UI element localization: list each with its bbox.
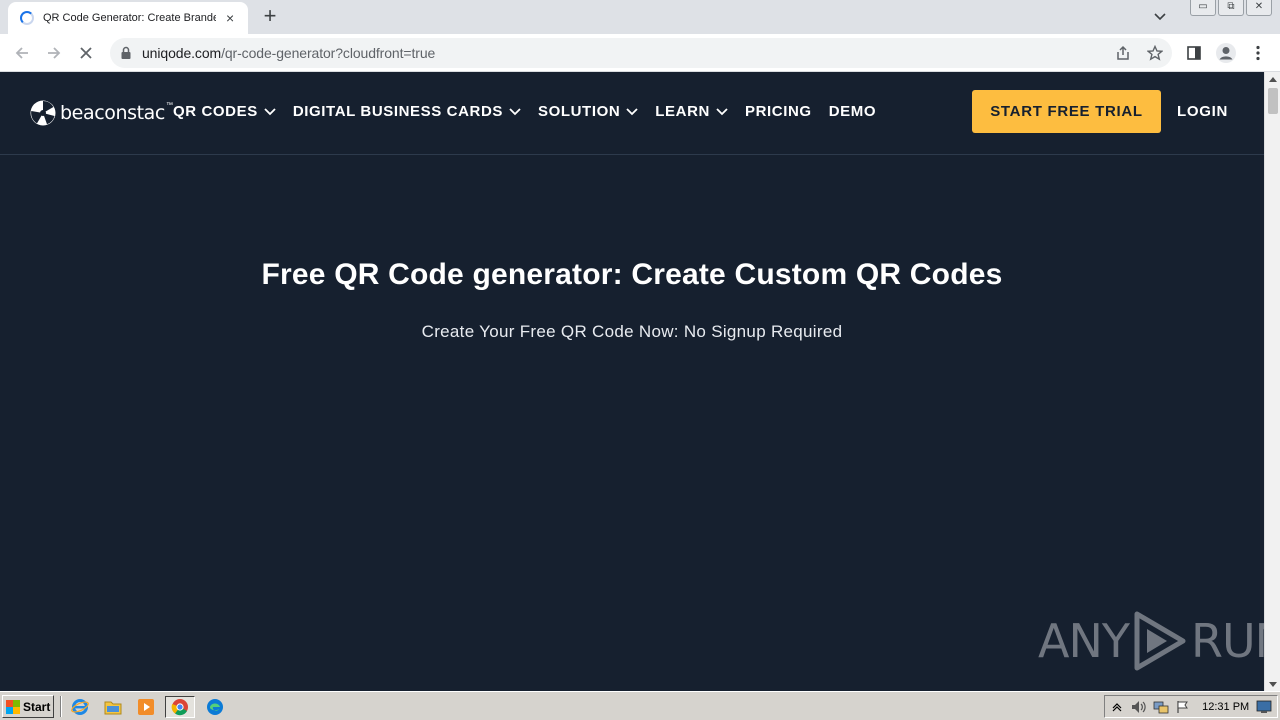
forward-button[interactable] (42, 41, 66, 65)
tab-close-button[interactable]: × (222, 10, 238, 26)
play-icon (1134, 611, 1186, 671)
chevron-down-icon (716, 107, 728, 116)
browser-menu-button[interactable] (1246, 41, 1270, 65)
nav-item-solution[interactable]: SOLUTION (538, 103, 638, 120)
logo-text: beaconstac (60, 102, 165, 124)
nav-item-label: LEARN (655, 103, 710, 120)
windows-taskbar: Start 12:31 PM (0, 691, 1280, 720)
new-tab-button[interactable]: + (258, 5, 282, 29)
chevron-down-icon (1154, 13, 1166, 21)
minimize-button[interactable]: ▭ (1190, 0, 1216, 16)
share-icon[interactable] (1114, 43, 1132, 63)
hero-subtitle: Create Your Free QR Code Now: No Signup … (421, 322, 843, 341)
avatar-icon (1216, 43, 1236, 63)
star-icon[interactable] (1146, 43, 1164, 63)
chevron-down-icon (626, 107, 638, 116)
flag-icon[interactable] (1174, 699, 1191, 715)
nav-item-qr-codes[interactable]: QR CODES (173, 103, 276, 120)
nav-item-label: QR CODES (173, 103, 258, 120)
chrome-icon[interactable] (165, 696, 195, 718)
system-tray: 12:31 PM (1104, 695, 1278, 718)
start-free-trial-button[interactable]: START FREE TRIAL (972, 90, 1161, 133)
beaconstac-logo-icon (30, 100, 56, 126)
loading-spinner-icon (20, 11, 34, 25)
scroll-up-button[interactable] (1265, 72, 1280, 86)
lock-icon (121, 46, 131, 59)
browser-tab-strip: QR Code Generator: Create Branded × + ▭ … (0, 0, 1280, 34)
watermark-text-left: ANY (1038, 614, 1130, 668)
side-panel-button[interactable] (1182, 41, 1206, 65)
url-path: /qr-code-generator?cloudfront=true (221, 45, 436, 61)
window-controls: ▭ ⧉ ✕ (1190, 0, 1272, 18)
nav-item-label: DEMO (828, 103, 877, 120)
address-bar-actions (1114, 43, 1164, 63)
watermark-text-right: RUN (1190, 614, 1264, 668)
triangle-up-icon (1269, 76, 1277, 82)
site-header: beaconstac ™ QR CODES DIGITAL BUSINESS C… (0, 72, 1264, 155)
login-link[interactable]: LOGIN (1177, 103, 1228, 120)
nav-item-digital-business-cards[interactable]: DIGITAL BUSINESS CARDS (293, 103, 521, 120)
folder-icon[interactable] (103, 697, 123, 717)
hero-title: Free QR Code generator: Create Custom QR… (261, 258, 1003, 291)
anyrun-watermark: ANY RUN (1038, 610, 1264, 672)
chevron-down-icon (509, 107, 521, 116)
taskbar-clock: 12:31 PM (1202, 700, 1250, 713)
page-scrollbar[interactable] (1264, 72, 1280, 691)
stop-loading-button[interactable] (74, 41, 98, 65)
logo-trademark: ™ (165, 101, 173, 109)
restore-button[interactable]: ⧉ (1218, 0, 1244, 16)
edge-icon[interactable] (205, 697, 225, 717)
back-button[interactable] (10, 41, 34, 65)
side-panel-icon (1187, 46, 1201, 60)
address-bar[interactable]: uniqode.com/qr-code-generator?cloudfront… (110, 38, 1172, 68)
address-url: uniqode.com/qr-code-generator?cloudfront… (142, 45, 435, 61)
start-button[interactable]: Start (2, 695, 54, 718)
network-icon[interactable] (1153, 699, 1170, 715)
media-player-icon[interactable] (136, 697, 156, 717)
arrow-right-icon (48, 47, 61, 59)
main-navigation: QR CODES DIGITAL BUSINESS CARDS SOLUTION… (173, 103, 893, 120)
nav-item-label: PRICING (744, 103, 812, 120)
web-page: beaconstac ™ QR CODES DIGITAL BUSINESS C… (0, 72, 1264, 691)
browser-tab[interactable]: QR Code Generator: Create Branded × (8, 2, 248, 34)
close-window-button[interactable]: ✕ (1246, 0, 1272, 16)
nav-item-label: SOLUTION (537, 103, 621, 120)
speaker-icon[interactable] (1131, 699, 1148, 715)
site-logo[interactable]: beaconstac ™ (30, 100, 173, 126)
start-label: Start (23, 699, 51, 714)
browser-toolbar: uniqode.com/qr-code-generator?cloudfront… (0, 34, 1280, 72)
arrow-left-icon (15, 47, 28, 59)
nav-item-pricing[interactable]: PRICING (745, 103, 812, 120)
url-host: uniqode.com (142, 45, 222, 61)
profile-button[interactable] (1214, 41, 1238, 65)
taskbar-separator (60, 696, 62, 717)
nav-item-learn[interactable]: LEARN (655, 103, 728, 120)
internet-explorer-icon[interactable] (70, 697, 90, 717)
scroll-down-button[interactable] (1265, 677, 1280, 691)
triangle-down-icon (1269, 681, 1277, 687)
tab-title: QR Code Generator: Create Branded (43, 12, 217, 24)
nav-item-label: DIGITAL BUSINESS CARDS (292, 103, 503, 120)
chevron-down-icon (264, 107, 276, 116)
close-icon (80, 47, 92, 59)
show-desktop-icon[interactable] (1255, 699, 1272, 715)
kebab-menu-icon (1256, 45, 1260, 61)
scrollbar-thumb[interactable] (1268, 88, 1278, 114)
tab-search-button[interactable] (1150, 7, 1170, 27)
tray-expand-icon[interactable] (1109, 699, 1126, 715)
nav-item-demo[interactable]: DEMO (829, 103, 876, 120)
windows-logo-icon (6, 699, 20, 714)
